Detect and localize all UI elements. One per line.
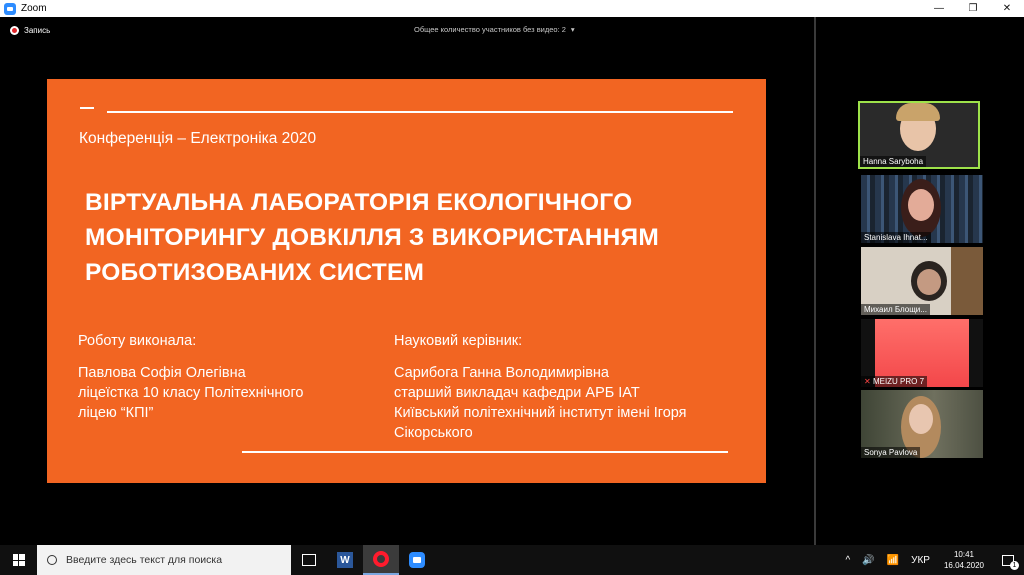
window-controls: — ❐ ✕ xyxy=(922,0,1024,17)
search-input[interactable] xyxy=(66,554,276,566)
clock-date: 16.04.2020 xyxy=(943,561,984,570)
taskbar-app-opera[interactable] xyxy=(363,545,399,575)
meeting-area: Запись Общее количество участников без в… xyxy=(0,17,1024,545)
taskbar-app-zoom[interactable] xyxy=(399,545,435,575)
author-line: Павлова Софія Олегівна xyxy=(78,365,246,381)
slide-title-line: МОНІТОРИНГУ ДОВКІЛЛЯ З ВИКОРИСТАННЯМ xyxy=(85,224,659,251)
participant-name: Stanislava Ihnat... xyxy=(861,232,931,243)
task-view-icon xyxy=(302,554,316,566)
participant-name: Sonya Pavlova xyxy=(861,447,921,458)
slide-top-rule xyxy=(107,111,733,113)
minimize-button[interactable]: — xyxy=(922,0,956,17)
windows-taskbar: W ^ 🔊 📶 УКР 10:41 16.04.2020 1 xyxy=(0,545,1024,575)
notification-center-button[interactable]: 1 xyxy=(992,545,1024,575)
notification-count: 1 xyxy=(1010,561,1019,570)
participant-hair xyxy=(896,103,940,121)
chevron-down-icon: ▾ xyxy=(570,25,575,34)
author-heading: Роботу виконала: xyxy=(78,333,197,349)
muted-mic-icon: ✕ xyxy=(864,377,871,386)
slide-title-line: ВІРТУАЛЬНА ЛАБОРАТОРІЯ ЕКОЛОГІЧНОГО xyxy=(85,189,633,216)
author-block: Роботу виконала: Павлова Софія Олегівна … xyxy=(78,331,304,423)
participant-video-tile[interactable]: ✕ MEIZU PRO 7 xyxy=(861,319,983,387)
author-line: ліцею “КПІ” xyxy=(78,405,154,421)
participant-video-tile[interactable]: Stanislava Ihnat... xyxy=(861,175,983,243)
opera-icon xyxy=(373,551,389,567)
slide-title-line: РОБОТИЗОВАНИХ СИСТЕМ xyxy=(85,259,425,286)
conference-name: Конференція – Електроніка 2020 xyxy=(79,130,317,147)
zoom-logo-icon xyxy=(4,2,16,15)
supervisor-line: Київський політехнічний інститут імені І… xyxy=(394,405,687,421)
system-tray: ^ 🔊 📶 УКР 10:41 16.04.2020 1 xyxy=(839,545,1024,575)
shared-slide: Конференція – Електроніка 2020 ВІРТУАЛЬН… xyxy=(47,79,766,483)
panel-divider[interactable] xyxy=(814,17,816,545)
supervisor-line: Сарибога Ганна Володимирівна xyxy=(394,365,609,381)
taskbar-app-word[interactable]: W xyxy=(327,545,363,575)
slide-bottom-rule xyxy=(242,451,728,453)
windows-logo-icon xyxy=(12,554,25,566)
recording-label: Запись xyxy=(24,26,51,35)
window-titlebar: Zoom — ❐ ✕ xyxy=(0,0,1024,17)
participant-face xyxy=(909,404,933,434)
non-video-participants-text: Общее количество участников без видео: 2 xyxy=(414,25,566,34)
word-icon: W xyxy=(337,552,353,568)
start-button[interactable] xyxy=(0,545,37,575)
participant-face xyxy=(917,269,941,295)
taskbar-search-box[interactable] xyxy=(37,545,291,575)
task-view-button[interactable] xyxy=(291,545,327,575)
record-icon xyxy=(10,26,19,35)
clock-time: 10:41 xyxy=(953,550,974,559)
tray-chevron-up-icon[interactable]: ^ xyxy=(845,555,850,566)
recording-indicator[interactable]: Запись xyxy=(10,26,50,35)
zoom-app-icon xyxy=(409,552,425,568)
participant-video-tile[interactable]: Sonya Pavlova xyxy=(861,390,983,458)
close-button[interactable]: ✕ xyxy=(990,0,1024,17)
taskbar-clock[interactable]: 10:41 16.04.2020 xyxy=(944,549,984,571)
supervisor-line: старший викладач кафедри АРБ ІАТ xyxy=(394,385,640,401)
volume-icon[interactable]: 🔊 xyxy=(862,555,874,566)
slide-title: ВІРТУАЛЬНА ЛАБОРАТОРІЯ ЕКОЛОГІЧНОГО МОНІ… xyxy=(85,185,745,290)
author-line: ліцеїстка 10 класу Політехнічного xyxy=(78,385,304,401)
participant-video-tile[interactable]: Hanna Saryboha xyxy=(858,101,980,169)
participant-face xyxy=(908,189,934,221)
restore-button[interactable]: ❐ xyxy=(956,0,990,17)
slide-dash-accent xyxy=(80,107,94,109)
participant-name: Михаил Блощи... xyxy=(861,304,930,315)
non-video-participants-toggle[interactable]: Общее количество участников без видео: 2… xyxy=(414,25,575,34)
supervisor-block: Науковий керівник: Сарибога Ганна Володи… xyxy=(394,331,754,443)
language-indicator[interactable]: УКР xyxy=(911,555,930,566)
supervisor-heading: Науковий керівник: xyxy=(394,333,523,349)
network-icon[interactable]: 📶 xyxy=(887,555,899,566)
supervisor-line: Сікорського xyxy=(394,425,473,441)
participant-name: ✕ MEIZU PRO 7 xyxy=(861,376,928,387)
participant-video-tile[interactable]: Михаил Блощи... xyxy=(861,247,983,315)
window-title: Zoom xyxy=(21,3,47,14)
participant-background xyxy=(951,247,983,315)
participant-name-text: MEIZU PRO 7 xyxy=(872,377,925,386)
search-icon xyxy=(47,555,57,565)
participant-name: Hanna Saryboha xyxy=(860,156,927,167)
